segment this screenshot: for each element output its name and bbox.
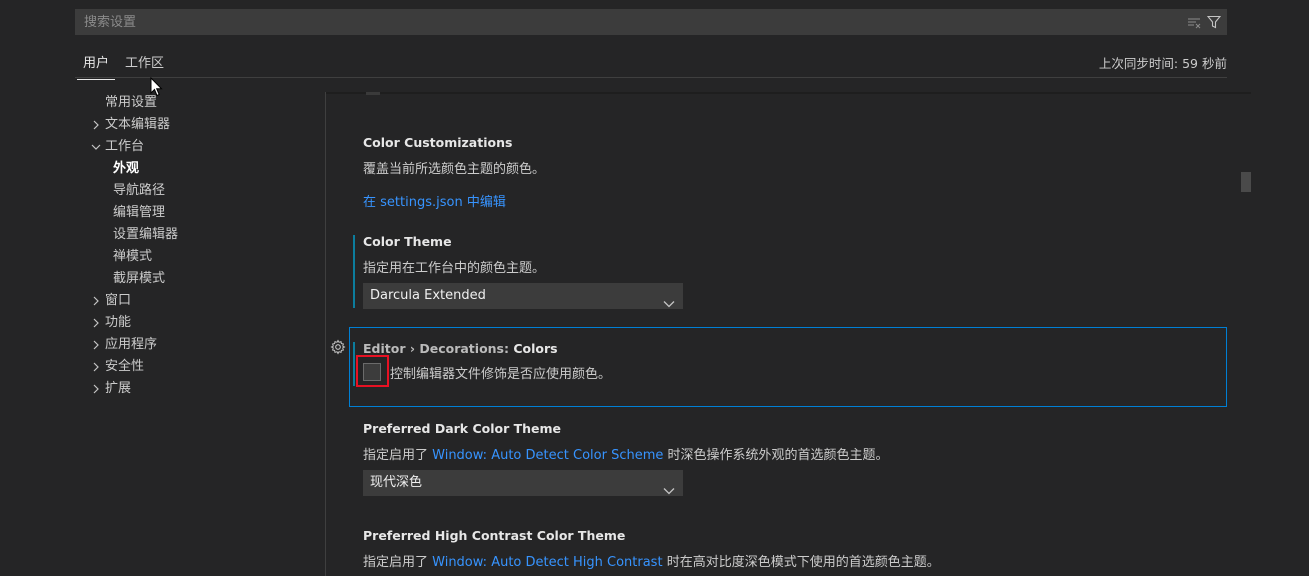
gear-icon[interactable]: [330, 339, 346, 359]
toc-item-zen-mode[interactable]: 禅模式: [113, 246, 152, 268]
toc-label: 窗口: [105, 293, 132, 308]
chevron-right-icon: [89, 290, 103, 312]
chevron-right-icon: [89, 378, 103, 400]
setting-title: Preferred Dark Color Theme: [363, 421, 562, 436]
tab-user[interactable]: 用户: [76, 52, 116, 80]
chevron-right-icon: [89, 356, 103, 378]
preferred-dark-theme-select[interactable]: 现代深色: [363, 470, 683, 496]
desc-text: 指定启用了: [363, 555, 433, 570]
select-value: 现代深色: [370, 475, 423, 490]
setting-title: Color Customizations: [363, 135, 513, 150]
setting-description: 指定启用了 Window: Auto Detect Color Scheme 时…: [363, 444, 889, 463]
setting-title: Color Theme: [363, 234, 452, 249]
auto-detect-high-contrast-link[interactable]: Window: Auto Detect High Contrast: [432, 555, 662, 570]
filter-icon[interactable]: [1207, 15, 1221, 29]
toc-item-breadcrumbs[interactable]: 导航路径: [113, 180, 165, 202]
search-actions: [1187, 15, 1221, 29]
toc-item-workbench[interactable]: 工作台: [91, 136, 145, 158]
scrollbar-thumb[interactable]: [1241, 172, 1251, 192]
toc-item-features[interactable]: 功能: [93, 312, 132, 334]
setting-decorations-colors: Editor › Decorations: Colors: [363, 341, 558, 356]
toc-item-security[interactable]: 安全性: [93, 356, 145, 378]
toc-label: 编辑管理: [113, 205, 166, 220]
edit-in-settings-json-link[interactable]: 在 settings.json 中编辑: [363, 191, 545, 210]
setting-preferred-high-contrast-theme: Preferred High Contrast Color Theme 指定启用…: [363, 528, 940, 570]
chevron-right-icon: [89, 312, 103, 334]
toc-label: 扩展: [105, 381, 132, 396]
modified-indicator: [353, 342, 355, 386]
scroll-shadow-mark: [366, 92, 380, 95]
setting-description: 指定启用了 Window: Auto Detect High Contrast …: [363, 551, 940, 570]
toc-item-application[interactable]: 应用程序: [93, 334, 158, 356]
setting-color-customizations: Color Customizations 覆盖当前所选颜色主题的颜色。 在 se…: [363, 135, 545, 210]
modified-indicator: [353, 235, 355, 308]
setting-preferred-dark-theme: Preferred Dark Color Theme 指定启用了 Window:…: [363, 421, 889, 463]
toc-item-extensions[interactable]: 扩展: [93, 378, 132, 400]
toc-label: 设置编辑器: [113, 227, 179, 242]
chevron-down-icon: [89, 136, 103, 158]
search-input[interactable]: [82, 9, 1187, 35]
toc-label: 外观: [113, 161, 140, 176]
desc-text: 时深色操作系统外观的首选颜色主题。: [663, 448, 889, 463]
auto-detect-color-scheme-link[interactable]: Window: Auto Detect Color Scheme: [432, 448, 663, 463]
mouse-cursor-icon: [150, 76, 164, 101]
settings-list-header-shadow: [326, 92, 1251, 94]
setting-title: Preferred High Contrast Color Theme: [363, 528, 626, 543]
toc-label: 应用程序: [105, 337, 158, 352]
color-theme-select[interactable]: Darcula Extended: [363, 283, 683, 309]
tab-workspace[interactable]: 工作区: [125, 52, 164, 71]
toc-item-window[interactable]: 窗口: [93, 290, 132, 312]
chevron-right-icon: [89, 334, 103, 356]
settings-scope-tabs: 用户 工作区 上次同步时间: 59 秒前: [75, 40, 1227, 80]
chevron-down-icon: [663, 292, 675, 318]
toc-label: 功能: [105, 315, 132, 330]
toc-label: 工作台: [105, 139, 145, 154]
settings-search-bar: [75, 9, 1227, 35]
desc-text: 指定启用了: [363, 448, 433, 463]
toc-label: 安全性: [105, 359, 145, 374]
setting-category: Editor › Decorations:: [363, 341, 514, 356]
toc-item-settings-editor[interactable]: 设置编辑器: [113, 224, 178, 246]
setting-name: Colors: [513, 341, 558, 356]
desc-text: 时在高对比度深色模式下使用的首选颜色主题。: [662, 555, 940, 570]
toc-label: 禅模式: [113, 249, 153, 264]
toc-label: 导航路径: [113, 183, 166, 198]
select-value: Darcula Extended: [370, 288, 486, 303]
toc-label: 截屏模式: [113, 271, 166, 286]
toc-item-text-editor[interactable]: 文本编辑器: [93, 114, 171, 136]
setting-description: 控制编辑器文件修饰是否应使用颜色。: [390, 367, 612, 382]
highlight-annotation: [356, 355, 389, 387]
toc-item-appearance[interactable]: 外观: [113, 158, 139, 180]
toc-label: 文本编辑器: [105, 117, 171, 132]
chevron-down-icon: [663, 479, 675, 505]
toc-item-screencast-mode[interactable]: 截屏模式: [113, 268, 165, 290]
setting-title: Editor › Decorations: Colors: [363, 341, 558, 356]
setting-description: 覆盖当前所选颜色主题的颜色。: [363, 162, 546, 177]
setting-color-theme: Color Theme 指定用在工作台中的颜色主题。: [363, 234, 545, 276]
clear-filter-icon[interactable]: [1187, 15, 1201, 29]
sync-status: 上次同步时间: 59 秒前: [1098, 56, 1227, 71]
setting-description: 指定用在工作台中的颜色主题。: [363, 261, 546, 276]
chevron-right-icon: [89, 114, 103, 136]
toc-item-editor-management[interactable]: 编辑管理: [113, 202, 165, 224]
toc-divider[interactable]: [325, 92, 326, 576]
